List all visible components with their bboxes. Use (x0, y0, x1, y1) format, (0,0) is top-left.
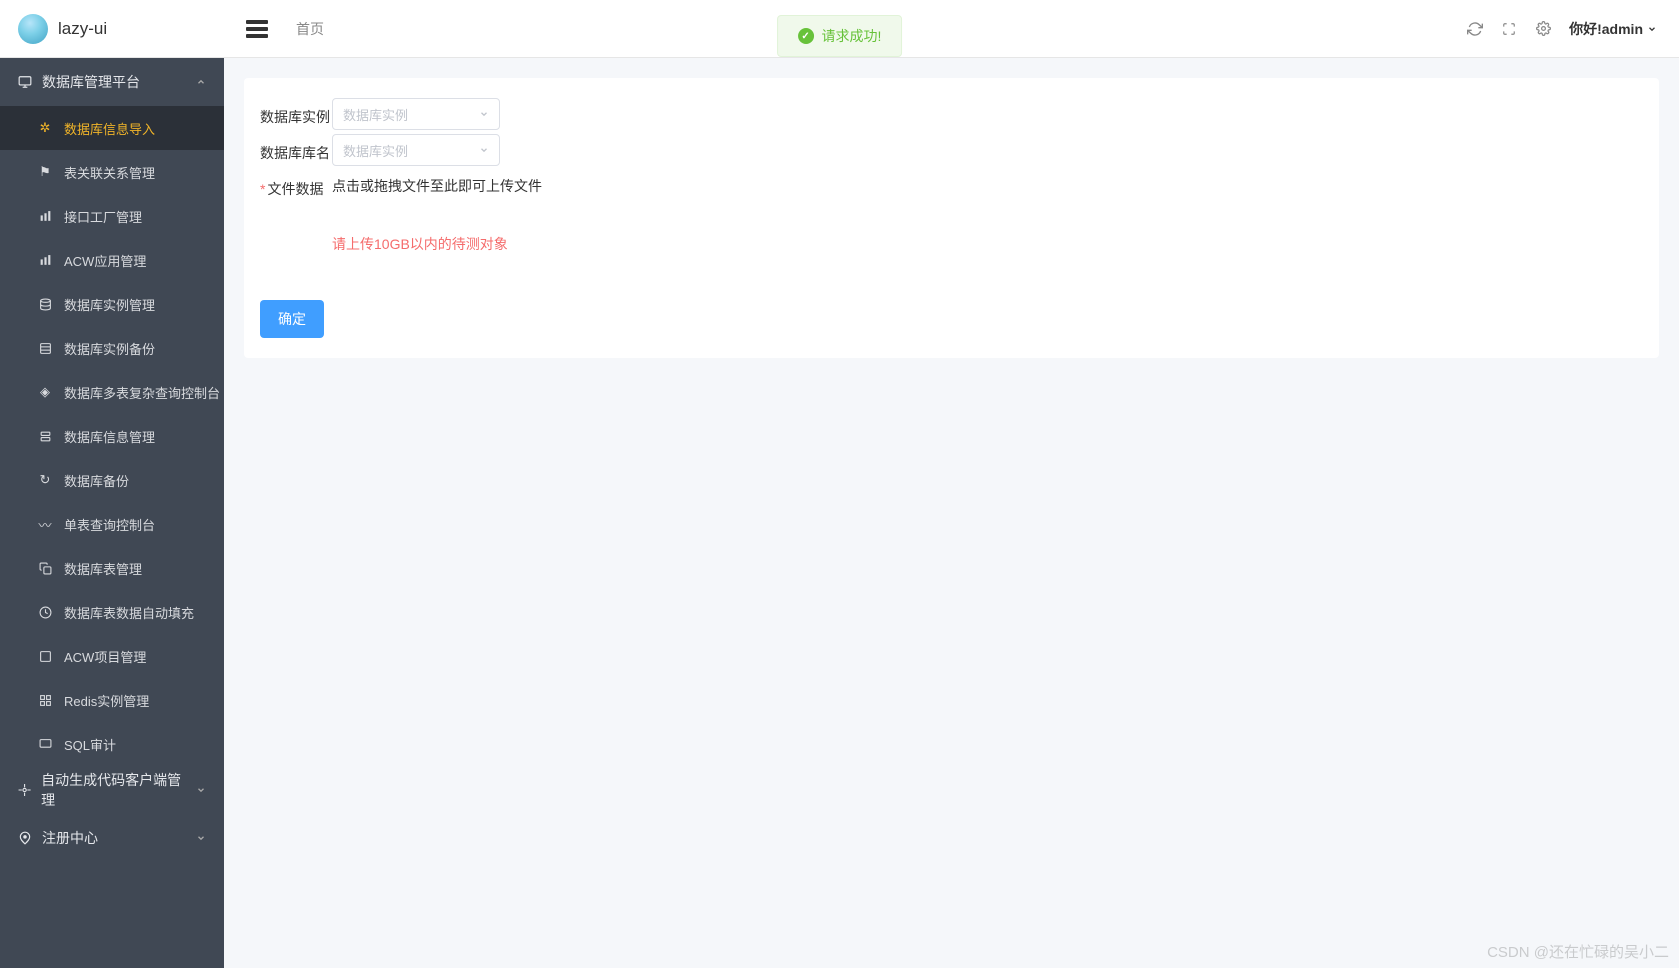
sidebar-item-redis[interactable]: Redis实例管理 (0, 678, 224, 722)
sidebar-toggle-button[interactable] (246, 17, 268, 41)
platform-icon (18, 75, 32, 89)
sidebar-item-db-backup[interactable]: ↻ 数据库备份 (0, 458, 224, 502)
logo-section: lazy-ui (0, 14, 224, 44)
refresh-icon[interactable] (1467, 21, 1483, 37)
submit-button[interactable]: 确定 (260, 300, 324, 338)
pin-icon (18, 831, 32, 845)
app-name: lazy-ui (58, 19, 107, 39)
chevron-down-icon (196, 785, 206, 795)
sidebar-item-sql-audit[interactable]: SQL审计 (0, 722, 224, 766)
sidebar-item-db-instance[interactable]: 数据库实例管理 (0, 282, 224, 326)
upload-area[interactable]: 点击或拖拽文件至此即可上传文件 请上传10GB以内的待测对象 (332, 170, 542, 254)
sidebar-item-table-relation[interactable]: ⚑ 表关联关系管理 (0, 150, 224, 194)
sidebar-item-multi-table-query[interactable]: ◈ 数据库多表复杂查询控制台 (0, 370, 224, 414)
sidebar: 数据库管理平台 ✲ 数据库信息导入 ⚑ 表关联关系管理 接口工厂管理 ACW应用… (0, 58, 224, 968)
sidebar-item-db-instance-backup[interactable]: 数据库实例备份 (0, 326, 224, 370)
sidebar-item-label: 数据库多表复杂查询控制台 (64, 383, 220, 402)
clock-icon (38, 606, 52, 619)
upload-text: 点击或拖拽文件至此即可上传文件 (332, 176, 542, 196)
form-panel: 数据库实例 数据库实例 数据库库名 数据库实例 (244, 78, 1659, 358)
sidebar-item-label: 数据库实例管理 (64, 295, 155, 314)
sidebar-item-db-table[interactable]: 数据库表管理 (0, 546, 224, 590)
success-toast: 请求成功! (777, 15, 903, 57)
sidebar-item-single-table-query[interactable]: 〰 单表查询控制台 (0, 502, 224, 546)
grid-icon (38, 694, 52, 707)
bars-icon (38, 210, 52, 223)
sidebar-item-interface-factory[interactable]: 接口工厂管理 (0, 194, 224, 238)
menu-group-database-platform[interactable]: 数据库管理平台 (0, 58, 224, 106)
sidebar-item-label: 数据库实例备份 (64, 339, 155, 358)
logo-icon (18, 14, 48, 44)
sidebar-item-label: 数据库表管理 (64, 559, 142, 578)
upload-hint: 请上传10GB以内的待测对象 (332, 234, 542, 254)
menu-group-label: 自动生成代码客户端管理 (41, 770, 186, 810)
submit-row: 确定 (260, 300, 1643, 338)
sidebar-item-label: 单表查询控制台 (64, 515, 155, 534)
content-area: 数据库实例 数据库实例 数据库库名 数据库实例 (224, 58, 1679, 968)
label-db-instance: 数据库实例 (260, 98, 332, 128)
backup-icon (38, 342, 52, 355)
select-placeholder: 数据库实例 (343, 105, 408, 124)
header-right: 你好!admin (1467, 19, 1679, 39)
sidebar-item-label: 数据库信息管理 (64, 427, 155, 446)
sidebar-item-label: 数据库信息导入 (64, 119, 155, 138)
menu-group-label: 注册中心 (42, 828, 98, 848)
sidebar-item-label: 数据库表数据自动填充 (64, 603, 194, 622)
export-icon: ↻ (38, 472, 52, 488)
sidebar-item-label: 数据库备份 (64, 471, 129, 490)
sidebar-item-label: 表关联关系管理 (64, 163, 155, 182)
user-greeting: 你好!admin (1569, 19, 1643, 39)
settings-icon[interactable] (1535, 21, 1551, 37)
menu-group-label: 数据库管理平台 (42, 72, 140, 92)
chevron-down-icon (1647, 24, 1657, 34)
sidebar-item-label: SQL审计 (64, 735, 116, 754)
database-icon (38, 298, 52, 311)
compass-icon: ◈ (38, 384, 52, 400)
chevron-down-icon (479, 109, 489, 119)
loading-icon: ✲ (38, 120, 52, 136)
copy-icon (38, 562, 52, 575)
breadcrumb[interactable]: 首页 (296, 19, 324, 39)
select-db-instance[interactable]: 数据库实例 (332, 98, 500, 130)
folder-icon (38, 650, 52, 663)
success-icon (798, 28, 814, 44)
sidebar-item-db-import[interactable]: ✲ 数据库信息导入 (0, 106, 224, 150)
label-file-data: *文件数据 (260, 170, 332, 200)
form-row-dbname: 数据库库名 数据库实例 (260, 134, 1643, 166)
sidebar-item-auto-fill[interactable]: 数据库表数据自动填充 (0, 590, 224, 634)
fullscreen-icon[interactable] (1501, 21, 1517, 37)
select-db-name[interactable]: 数据库实例 (332, 134, 500, 166)
sidebar-item-acw-project[interactable]: ACW项目管理 (0, 634, 224, 678)
gear-icon (18, 783, 31, 797)
flag-icon: ⚑ (38, 164, 52, 180)
sidebar-item-label: Redis实例管理 (64, 691, 149, 710)
required-mark: * (260, 181, 265, 197)
label-db-name: 数据库库名 (260, 134, 332, 164)
sidebar-item-label: ACW项目管理 (64, 647, 146, 666)
monitor-icon (38, 738, 52, 751)
menu-group-codegen[interactable]: 自动生成代码客户端管理 (0, 766, 224, 814)
chevron-down-icon (479, 145, 489, 155)
top-header: lazy-ui 首页 请求成功! 你好!admin (0, 0, 1679, 58)
form-row-instance: 数据库实例 数据库实例 (260, 98, 1643, 130)
chevron-up-icon (196, 77, 206, 87)
sidebar-item-db-info[interactable]: 数据库信息管理 (0, 414, 224, 458)
sidebar-item-label: ACW应用管理 (64, 251, 146, 270)
sidebar-item-acw-app[interactable]: ACW应用管理 (0, 238, 224, 282)
sidebar-item-label: 接口工厂管理 (64, 207, 142, 226)
bars-icon (38, 254, 52, 267)
menu-group-registry[interactable]: 注册中心 (0, 814, 224, 862)
user-menu[interactable]: 你好!admin (1569, 19, 1657, 39)
chevron-down-icon (196, 833, 206, 843)
form-row-file: *文件数据 点击或拖拽文件至此即可上传文件 请上传10GB以内的待测对象 (260, 170, 1643, 254)
toast-message: 请求成功! (822, 26, 882, 46)
wave-icon: 〰 (38, 515, 52, 534)
select-placeholder: 数据库实例 (343, 141, 408, 160)
stack-icon (38, 430, 52, 443)
